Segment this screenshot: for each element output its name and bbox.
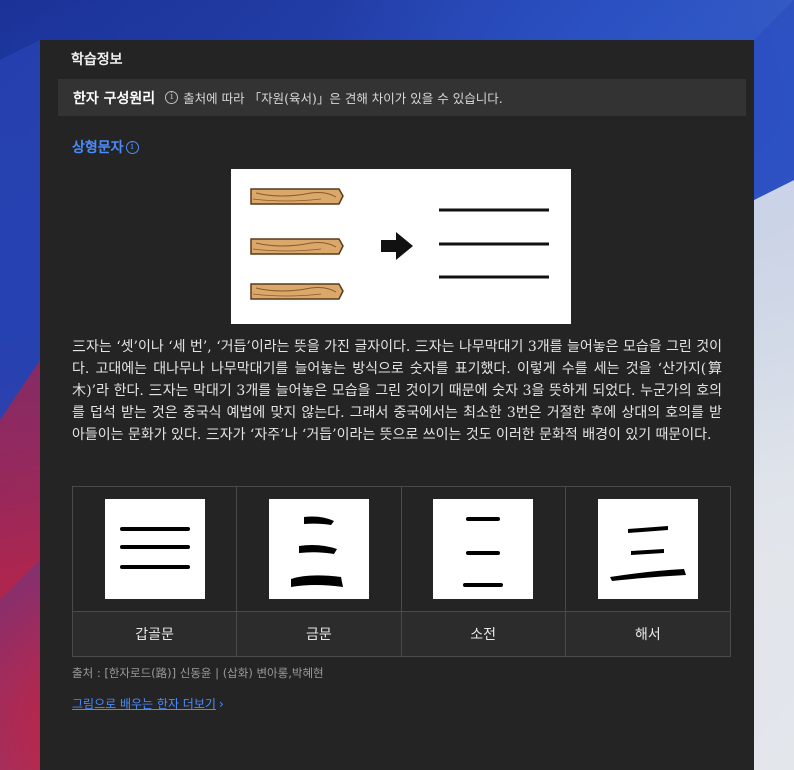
oracle-bone-script-image [104,499,205,599]
info-icon[interactable]: i [125,140,139,154]
character-description: 三자는 ‘셋’이나 ‘세 번’, ‘거듭’이라는 뜻을 가진 글자이다. 三자는… [72,339,723,443]
script-image-cell [566,487,730,611]
origin-illustration [231,169,571,324]
script-image-cell [73,487,238,611]
wooden-stick-middle [250,238,344,255]
script-name-seal: 소전 [401,611,566,656]
arrow-right-icon [381,232,413,260]
learning-info-panel: 학습정보 한자 구성원리 i 출처에 따라 「자원(육서)」은 견해 차이가 있… [40,40,754,770]
info-icon[interactable]: i [165,91,179,104]
principle-label: 한자 구성원리 [73,90,156,107]
script-name-regular: 해서 [565,611,730,656]
character-type-link[interactable]: 상형문자 [72,137,124,157]
source-credit: 출처 : [한자로드(路)] 신동윤 | (삽화) 변아롱,박혜현 [72,666,324,680]
panel-title: 학습정보 [71,52,123,68]
bronze-script-image [268,499,369,599]
sticks-to-lines-illustration [250,188,549,300]
script-name-oracle: 갑골문 [73,611,238,656]
character-type-row: 상형문자 i [72,137,144,157]
chevron-right-icon: › [218,697,224,711]
principle-note: 출처에 따라 「자원(육서)」은 견해 차이가 있을 수 있습니다. [183,91,503,106]
more-link-label[interactable]: 그림으로 배우는 한자 더보기 [72,697,216,711]
script-image-cell [402,487,566,611]
script-image-cell [237,487,402,611]
wooden-stick-top [250,188,344,205]
script-evolution-table: 갑골문 금문 소전 해서 [72,486,731,657]
composition-principle-bar: 한자 구성원리 i 출처에 따라 「자원(육서)」은 견해 차이가 있을 수 있… [58,79,746,116]
seal-script-image [433,499,534,599]
script-name-bronze: 금문 [237,611,402,656]
more-hanja-link[interactable]: 그림으로 배우는 한자 더보기 › [72,695,224,712]
regular-script-image [597,499,698,599]
wooden-stick-bottom [250,283,344,300]
